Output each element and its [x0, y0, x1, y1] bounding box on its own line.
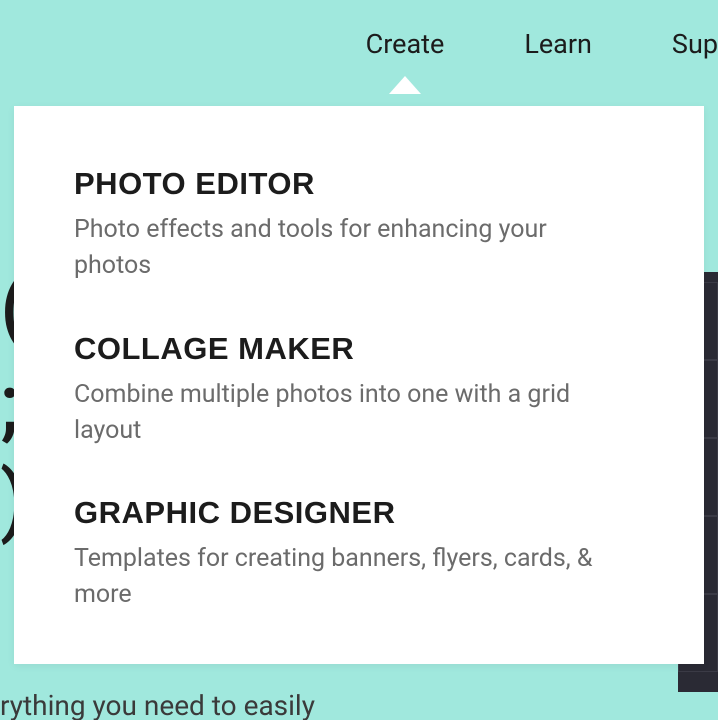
top-nav: Create Learn Sup: [280, 0, 718, 60]
menu-desc: Photo effects and tools for enhancing yo…: [74, 212, 614, 285]
nav-item-support[interactable]: Sup: [672, 28, 718, 60]
menu-title: PHOTO EDITOR: [74, 166, 644, 202]
menu-title: GRAPHIC DESIGNER: [74, 495, 644, 531]
menu-desc: Templates for creating banners, flyers, …: [74, 541, 614, 614]
nav-item-create[interactable]: Create: [366, 28, 445, 60]
create-dropdown: PHOTO EDITOR Photo effects and tools for…: [14, 106, 704, 664]
menu-item-graphic-designer[interactable]: GRAPHIC DESIGNER Templates for creating …: [74, 495, 644, 614]
menu-item-collage-maker[interactable]: COLLAGE MAKER Combine multiple photos in…: [74, 331, 644, 450]
nav-item-learn[interactable]: Learn: [524, 28, 592, 60]
hero-subtext-fragment: rything you need to easily: [0, 689, 315, 720]
menu-title: COLLAGE MAKER: [74, 331, 644, 367]
menu-item-photo-editor[interactable]: PHOTO EDITOR Photo effects and tools for…: [74, 166, 644, 285]
menu-desc: Combine multiple photos into one with a …: [74, 377, 614, 450]
